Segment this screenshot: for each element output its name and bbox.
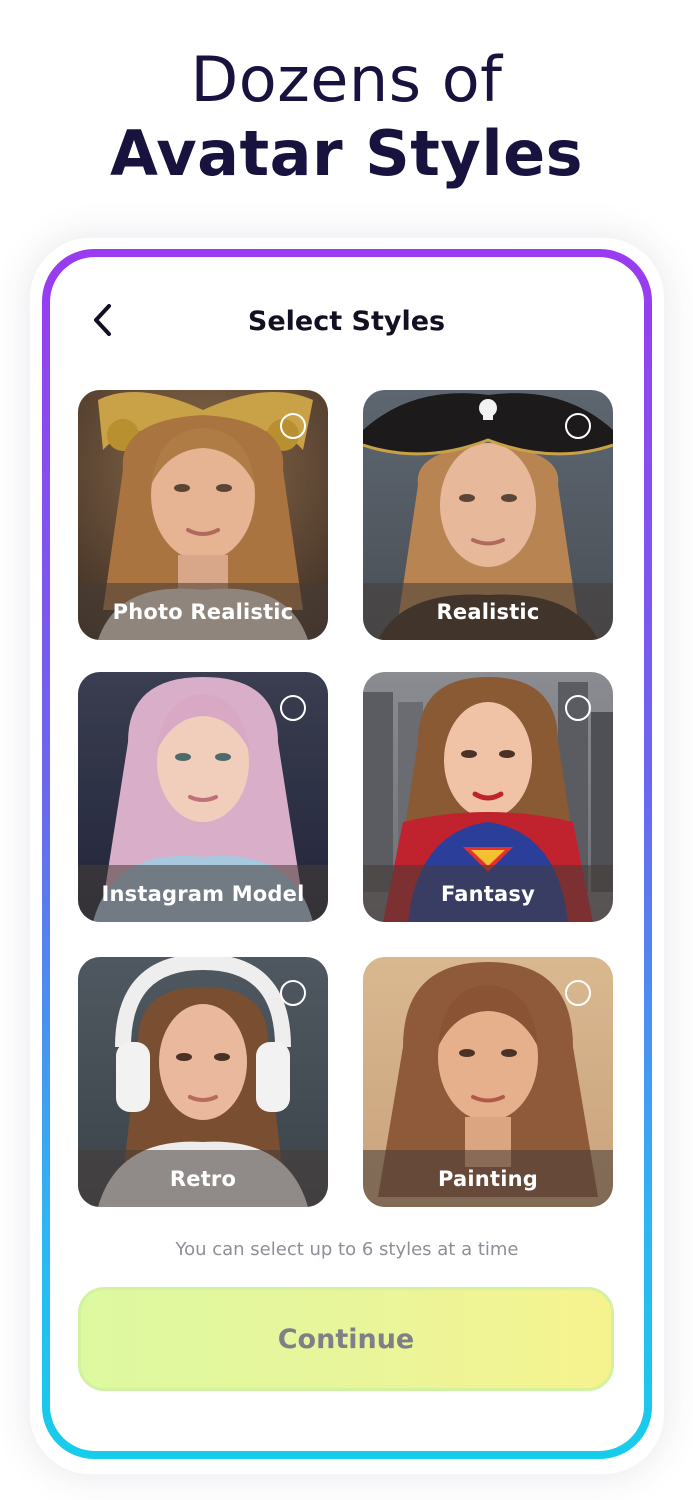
card-label-bar: Instagram Model [78, 865, 328, 922]
select-radio[interactable] [280, 980, 306, 1006]
style-card-painting[interactable]: Painting [363, 957, 613, 1207]
style-label: Instagram Model [101, 881, 305, 906]
headline-line-2: Avatar Styles [109, 117, 584, 190]
continue-button[interactable]: Continue [78, 1287, 614, 1391]
screen-title: Select Styles [247, 306, 446, 337]
style-label: Painting [438, 1166, 538, 1191]
promo-page: Dozens of Avatar Styles Select Styles Ph… [0, 0, 693, 1500]
style-label: Retro [169, 1166, 237, 1191]
headline-line-1: Dozens of [190, 43, 503, 116]
select-radio[interactable] [565, 980, 591, 1006]
select-radio[interactable] [280, 413, 306, 439]
style-card-retro[interactable]: Retro [78, 957, 328, 1207]
style-card-realistic[interactable]: Realistic [363, 390, 613, 640]
chevron-left-icon [94, 304, 111, 336]
continue-label: Continue [277, 1323, 415, 1355]
back-button[interactable] [83, 300, 123, 340]
style-label: Photo Realistic [112, 599, 294, 624]
style-card-instagram-model[interactable]: Instagram Model [78, 672, 328, 922]
card-label-bar: Fantasy [363, 865, 613, 922]
card-label-bar: Painting [363, 1150, 613, 1207]
style-label: Realistic [436, 599, 540, 624]
card-label-bar: Realistic [363, 583, 613, 640]
style-card-fantasy[interactable]: Fantasy [363, 672, 613, 922]
style-label: Fantasy [440, 881, 536, 906]
select-radio[interactable] [565, 695, 591, 721]
select-radio[interactable] [565, 413, 591, 439]
style-card-photo-realistic[interactable]: Photo Realistic [78, 390, 328, 640]
card-label-bar: Retro [78, 1150, 328, 1207]
selection-hint: You can select up to 6 styles at a time [175, 1239, 519, 1260]
select-radio[interactable] [280, 695, 306, 721]
card-label-bar: Photo Realistic [78, 583, 328, 640]
